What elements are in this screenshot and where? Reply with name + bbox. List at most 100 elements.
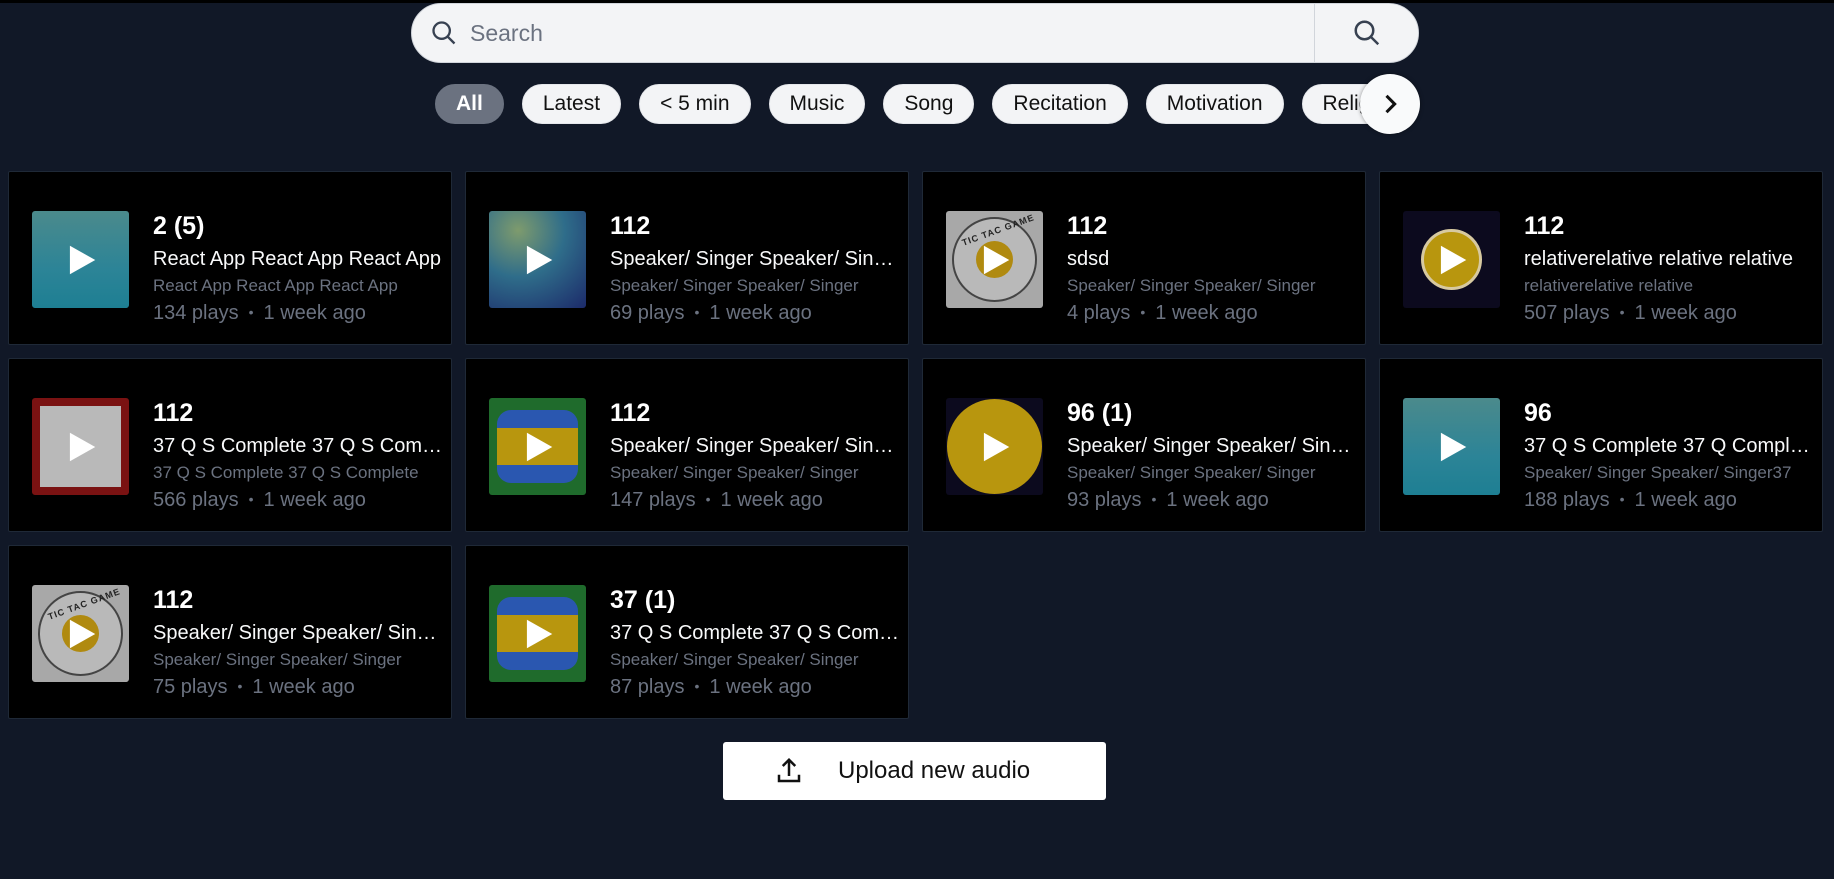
audio-card[interactable]: TIC TAC GAME 112 Speaker/ Singer Speaker/ …	[8, 545, 452, 719]
audio-author: Speaker/ Singer Speaker/ Singer	[1067, 463, 1316, 482]
play-icon	[526, 245, 552, 274]
filter-chip-motivation[interactable]: Motivation	[1145, 84, 1284, 124]
upload-time: 1 week ago	[1634, 302, 1737, 324]
filter-chip-latest[interactable]: Latest	[521, 84, 622, 124]
play-icon	[1440, 245, 1466, 274]
audio-title: 112	[610, 212, 651, 240]
filter-chip-music[interactable]: Music	[768, 84, 866, 124]
audio-author: relativerelative relative	[1524, 276, 1694, 295]
audio-thumbnail[interactable]	[32, 211, 129, 308]
upload-time: 1 week ago	[720, 489, 823, 511]
audio-card[interactable]: 112 37 Q S Complete 37 Q S Complete 37 Q S…	[8, 358, 452, 532]
audio-author: Speaker/ Singer Speaker/ Singer	[153, 650, 402, 669]
play-icon	[69, 245, 95, 274]
meta-separator: •	[1619, 304, 1625, 320]
play-icon	[69, 432, 95, 461]
audio-card[interactable]: 96 37 Q S Complete 37 Q Complete Speaker/ …	[1379, 358, 1823, 532]
audio-author: Speaker/ Singer Speaker/ Singer37	[1524, 463, 1792, 482]
audio-author: Speaker/ Singer Speaker/ Singer	[610, 463, 859, 482]
meta-separator: •	[248, 304, 254, 320]
play-count: 4 plays	[1067, 302, 1131, 324]
audio-author: React App React App React App	[153, 276, 398, 295]
audio-meta: 566 plays • 1 week ago	[153, 488, 443, 513]
search-input[interactable]	[470, 19, 1314, 47]
audio-meta: 147 plays • 1 week ago	[610, 488, 900, 513]
play-count: 87 plays	[610, 676, 685, 698]
upload-time: 1 week ago	[1634, 489, 1737, 511]
audio-card[interactable]: 112 Speaker/ Singer Speaker/ Singer Speake…	[465, 171, 909, 345]
meta-separator: •	[1140, 304, 1146, 320]
audio-thumbnail[interactable]: TIC TAC GAME	[32, 585, 129, 682]
filter-chip-5-min[interactable]: < 5 min	[639, 84, 751, 124]
audio-subtitle: Speaker/ Singer Speaker/ Singer	[153, 622, 443, 644]
meta-separator: •	[705, 491, 711, 507]
audio-subtitle: sdsd	[1067, 248, 1110, 270]
audio-subtitle: Speaker/ Singer Speaker/ Singer	[610, 248, 900, 270]
filter-chip-all[interactable]: All	[435, 84, 504, 124]
play-count: 75 plays	[153, 676, 228, 698]
audio-thumbnail[interactable]	[489, 585, 586, 682]
audio-card[interactable]: TIC TAC GAME 112 sdsd Speaker/ Singer Speak…	[922, 171, 1366, 345]
meta-separator: •	[1619, 491, 1625, 507]
meta-separator: •	[237, 678, 243, 694]
audio-subtitle: relativerelative relative relative	[1524, 248, 1794, 270]
play-count: 507 plays	[1524, 302, 1610, 324]
meta-separator: •	[694, 304, 700, 320]
audio-thumbnail[interactable]	[1403, 398, 1500, 495]
audio-author: Speaker/ Singer Speaker/ Singer	[610, 650, 859, 669]
search-field[interactable]	[412, 4, 1314, 62]
play-icon	[69, 619, 95, 648]
play-icon	[983, 432, 1009, 461]
audio-grid: 2 (5) React App React App React App React …	[8, 171, 1823, 719]
search-bar	[411, 3, 1419, 63]
audio-meta: 507 plays • 1 week ago	[1524, 301, 1814, 326]
play-icon	[1440, 432, 1466, 461]
audio-card[interactable]: 2 (5) React App React App React App React …	[8, 171, 452, 345]
audio-meta: 69 plays • 1 week ago	[610, 301, 900, 326]
audio-thumbnail[interactable]	[32, 398, 129, 495]
audio-thumbnail[interactable]	[1403, 211, 1500, 308]
audio-card[interactable]: 112 Speaker/ Singer Speaker/ Singer Speake…	[465, 358, 909, 532]
audio-thumbnail[interactable]: TIC TAC GAME	[946, 211, 1043, 308]
upload-time: 1 week ago	[709, 676, 812, 698]
audio-thumbnail[interactable]	[946, 398, 1043, 495]
upload-time: 1 week ago	[263, 489, 366, 511]
play-count: 93 plays	[1067, 489, 1142, 511]
meta-separator: •	[1151, 491, 1157, 507]
filter-chip-recitation[interactable]: Recitation	[992, 84, 1128, 124]
play-count: 147 plays	[610, 489, 696, 511]
chips-scroll-right-button[interactable]	[1360, 74, 1420, 134]
audio-card[interactable]: 112 relativerelative relative relative rel…	[1379, 171, 1823, 345]
filter-chip-song[interactable]: Song	[883, 84, 975, 124]
audio-card[interactable]: 37 (1) 37 Q S Complete 37 Q S Complete Spe…	[465, 545, 909, 719]
meta-separator: •	[248, 491, 254, 507]
audio-author: Speaker/ Singer Speaker/ Singer	[1067, 276, 1316, 295]
audio-card[interactable]: 96 (1) Speaker/ Singer Speaker/ Singer Spe…	[922, 358, 1366, 532]
audio-subtitle: Speaker/ Singer Speaker/ Singer	[610, 435, 900, 457]
upload-time: 1 week ago	[709, 302, 812, 324]
audio-thumbnail[interactable]	[489, 211, 586, 308]
upload-time: 1 week ago	[263, 302, 366, 324]
upload-icon	[777, 757, 801, 783]
upload-new-audio-button[interactable]: Upload new audio	[723, 742, 1106, 800]
audio-title: 112	[1067, 212, 1108, 240]
search-button[interactable]	[1314, 4, 1418, 62]
audio-subtitle: 37 Q S Complete 37 Q Complete	[1524, 435, 1814, 457]
upload-label: Upload new audio	[838, 757, 1031, 784]
filter-chips-bar: All Latest < 5 min Music Song Recitation Motiv…	[430, 78, 1419, 130]
search-icon	[432, 21, 456, 45]
audio-meta: 87 plays • 1 week ago	[610, 675, 900, 700]
audio-meta: 188 plays • 1 week ago	[1524, 488, 1814, 513]
audio-title: 37 (1)	[610, 586, 676, 614]
chevron-right-icon	[1385, 94, 1397, 114]
upload-time: 1 week ago	[1155, 302, 1258, 324]
play-count: 188 plays	[1524, 489, 1610, 511]
audio-title: 112	[610, 399, 651, 427]
audio-title: 112	[1524, 212, 1565, 240]
audio-title: 96	[1524, 399, 1552, 427]
audio-subtitle: 37 Q S Complete 37 Q S Complete	[153, 435, 443, 457]
audio-subtitle: Speaker/ Singer Speaker/ Singer	[1067, 435, 1357, 457]
audio-meta: 134 plays • 1 week ago	[153, 301, 443, 326]
audio-title: 2 (5)	[153, 212, 205, 240]
audio-thumbnail[interactable]	[489, 398, 586, 495]
